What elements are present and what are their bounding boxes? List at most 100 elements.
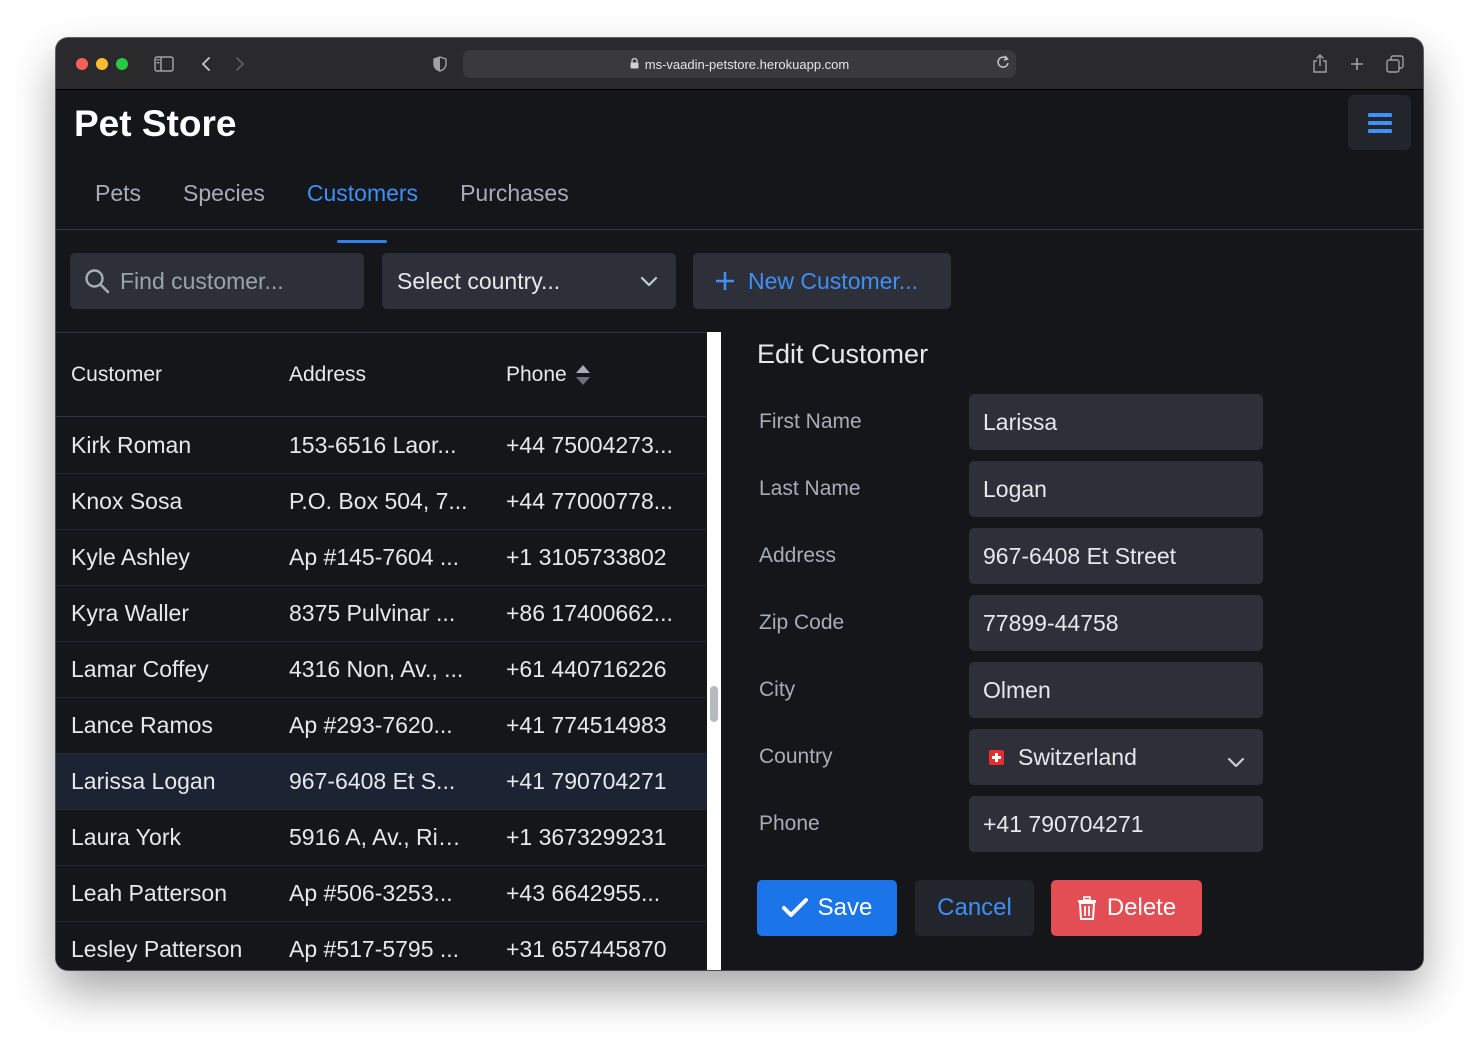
- table-row[interactable]: Lesley Patterson Ap #517-5795 ... +31 65…: [56, 922, 707, 970]
- city-input[interactable]: [983, 676, 1243, 704]
- address-cell: P.O. Box 504, 7...: [289, 488, 468, 514]
- table-row[interactable]: Kyle Ashley Ap #145-7604 ... +1 31057338…: [56, 530, 707, 586]
- save-label: Save: [817, 894, 873, 921]
- phone-cell: +86 17400662...: [506, 600, 673, 626]
- customer-cell: Kyra Waller: [71, 600, 189, 626]
- new-customer-button[interactable]: New Customer...: [693, 253, 951, 309]
- url-text: ms-vaadin-petstore.herokuapp.com: [644, 56, 850, 72]
- customer-cell: Knox Sosa: [71, 488, 183, 514]
- phone-cell: +61 440716226: [506, 656, 667, 682]
- maximize-window-button[interactable]: [116, 58, 128, 70]
- share-icon[interactable]: [1310, 52, 1330, 76]
- column-header-address[interactable]: Address: [289, 363, 366, 387]
- last-name-field[interactable]: [969, 461, 1263, 517]
- address-bar[interactable]: ms-vaadin-petstore.herokuapp.com: [463, 50, 1016, 78]
- chevron-down-icon: [1227, 747, 1245, 774]
- address-cell: Ap #293-7620...: [289, 712, 453, 738]
- search-field[interactable]: [70, 253, 364, 309]
- first-name-field[interactable]: [969, 394, 1263, 450]
- tab-purchases[interactable]: Purchases: [439, 173, 590, 229]
- browser-window: ms-vaadin-petstore.herokuapp.com Pet Sto…: [56, 38, 1423, 970]
- country-filter-select[interactable]: Select country...: [382, 253, 676, 309]
- customer-cell: Lesley Patterson: [71, 936, 243, 962]
- close-window-button[interactable]: [76, 58, 88, 70]
- phone-field[interactable]: [969, 796, 1263, 852]
- main-tabs: Pets Species Customers Purchases: [74, 173, 590, 229]
- checkmark-icon: [781, 898, 808, 917]
- customer-cell: Kirk Roman: [71, 432, 192, 458]
- phone-cell: +1 3105733802: [506, 544, 667, 570]
- country-label: Country: [759, 745, 833, 768]
- city-label: City: [759, 678, 796, 701]
- table-row[interactable]: Lance Ramos Ap #293-7620... +41 77451498…: [56, 698, 707, 754]
- table-row[interactable]: Knox Sosa P.O. Box 504, 7... +44 7700077…: [56, 474, 707, 530]
- editor-title: Edit Customer: [757, 339, 929, 369]
- sort-icon[interactable]: [575, 363, 591, 387]
- address-cell: Ap #517-5795 ...: [289, 936, 460, 962]
- table-row[interactable]: Lamar Coffey 4316 Non, Av., ... +61 4407…: [56, 642, 707, 698]
- address-cell: 153-6516 Laor...: [289, 432, 457, 458]
- browser-toolbar: ms-vaadin-petstore.herokuapp.com: [56, 38, 1423, 90]
- last-name-label: Last Name: [759, 477, 861, 500]
- zip-code-field[interactable]: [969, 595, 1263, 651]
- delete-label: Delete: [1106, 894, 1177, 921]
- customer-cell: Kyle Ashley: [71, 544, 190, 570]
- phone-label: Phone: [759, 812, 820, 835]
- address-cell: 4316 Non, Av., ...: [289, 656, 464, 682]
- privacy-shield-icon[interactable]: [430, 52, 450, 76]
- swiss-flag-icon: [989, 749, 1004, 765]
- search-input[interactable]: [120, 267, 350, 295]
- table-row[interactable]: Kyra Waller 8375 Pulvinar ... +86 174006…: [56, 586, 707, 642]
- reload-icon[interactable]: [996, 54, 1010, 73]
- city-field[interactable]: [969, 662, 1263, 718]
- forward-icon[interactable]: [230, 52, 250, 76]
- tab-pets[interactable]: Pets: [74, 173, 162, 229]
- phone-cell: +41 790704271: [506, 768, 667, 794]
- table-row[interactable]: Leah Patterson Ap #506-3253... +43 66429…: [56, 866, 707, 922]
- hamburger-icon: [1367, 112, 1392, 133]
- address-cell: 5916 A, Av., Rio...: [289, 824, 469, 850]
- table-row[interactable]: Kirk Roman 153-6516 Laor... +44 75004273…: [56, 418, 707, 474]
- new-tab-icon[interactable]: [1347, 52, 1367, 76]
- tab-customers[interactable]: Customers: [286, 173, 439, 229]
- customer-cell: Lance Ramos: [71, 712, 213, 738]
- cancel-label: Cancel: [937, 894, 1012, 921]
- column-header-phone[interactable]: Phone: [506, 363, 591, 387]
- address-label: Address: [759, 544, 837, 567]
- table-row[interactable]: Laura York 5916 A, Av., Rio... +1 367329…: [56, 810, 707, 866]
- phone-input[interactable]: [983, 810, 1243, 838]
- tab-overview-icon[interactable]: [1384, 52, 1406, 76]
- customer-cell: Leah Patterson: [71, 880, 228, 906]
- first-name-input[interactable]: [983, 408, 1243, 436]
- menu-button[interactable]: [1348, 95, 1411, 150]
- customer-editor: Edit Customer First Name Last Name Addre…: [721, 332, 1423, 970]
- cancel-button[interactable]: Cancel: [915, 880, 1034, 936]
- trash-icon: [1077, 896, 1096, 920]
- splitter-handle[interactable]: [710, 686, 718, 722]
- last-name-input[interactable]: [983, 475, 1243, 503]
- zip-code-input[interactable]: [983, 609, 1243, 637]
- address-field[interactable]: [969, 528, 1263, 584]
- address-cell: 8375 Pulvinar ...: [289, 600, 456, 626]
- tab-species[interactable]: Species: [162, 173, 286, 229]
- customer-cell: Lamar Coffey: [71, 656, 209, 682]
- save-button[interactable]: Save: [757, 880, 897, 936]
- delete-button[interactable]: Delete: [1051, 880, 1202, 936]
- country-value: Switzerland: [1018, 743, 1137, 770]
- app-title: Pet Store: [74, 103, 237, 144]
- phone-cell: +44 77000778...: [506, 488, 673, 514]
- country-select[interactable]: Switzerland: [969, 729, 1263, 785]
- column-header-customer[interactable]: Customer: [71, 363, 162, 387]
- address-input[interactable]: [983, 542, 1243, 570]
- customer-cell: Larissa Logan: [71, 768, 216, 794]
- address-cell: Ap #145-7604 ...: [289, 544, 460, 570]
- phone-cell: +41 774514983: [506, 712, 667, 738]
- phone-cell: +1 3673299231: [506, 824, 667, 850]
- back-icon[interactable]: [196, 52, 216, 76]
- split-layout-divider[interactable]: [707, 332, 721, 970]
- minimize-window-button[interactable]: [96, 58, 108, 70]
- country-filter-value: Select country...: [397, 267, 561, 294]
- column-header-phone-label: Phone: [506, 363, 567, 386]
- table-row-selected[interactable]: Larissa Logan 967-6408 Et S... +41 79070…: [56, 754, 707, 810]
- sidebar-toggle-icon[interactable]: [152, 52, 176, 76]
